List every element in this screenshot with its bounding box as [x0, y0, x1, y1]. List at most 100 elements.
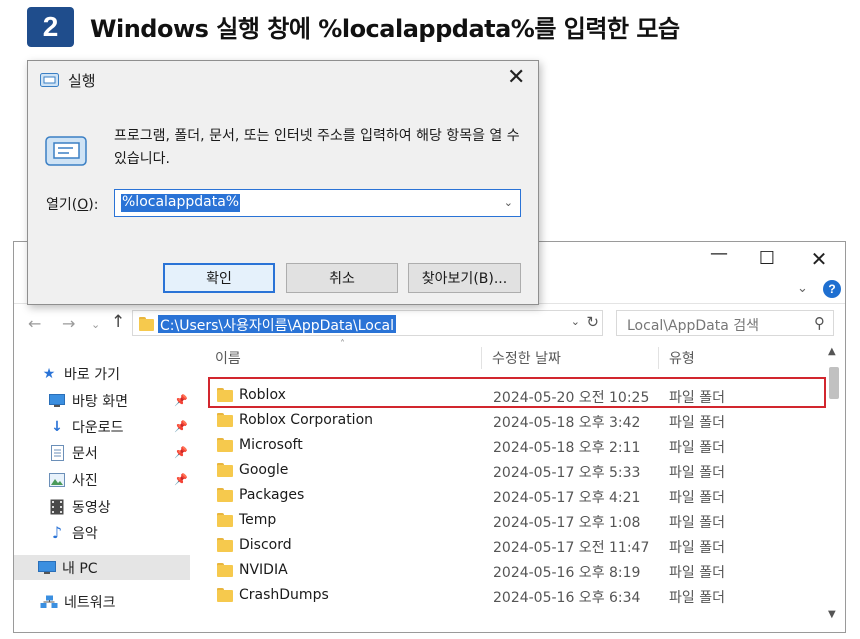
nav-item-label: 바로 가기 [64, 366, 120, 383]
pin-icon[interactable]: 📌 [174, 420, 188, 433]
pin-icon[interactable]: 📌 [174, 394, 188, 407]
table-row[interactable]: NVIDIA 2024-05-16 오후 8:19 파일 폴더 [203, 558, 823, 583]
open-label-suffix: ): [88, 197, 99, 213]
folder-icon [217, 438, 233, 452]
file-type: 파일 폴더 [669, 390, 725, 406]
file-name: Roblox Corporation [239, 412, 374, 428]
nav-item-pictures[interactable]: 사진 📌 [48, 467, 190, 492]
folder-icon [217, 463, 233, 477]
column-header-modified[interactable]: 수정한 날짜 [492, 348, 561, 368]
column-separator[interactable] [658, 347, 659, 369]
download-icon: ↓ [51, 418, 63, 435]
table-row[interactable]: Roblox Corporation 2024-05-18 오후 3:42 파일… [203, 408, 823, 433]
sort-caret-icon: ˄ [340, 339, 345, 350]
nav-item-music[interactable]: ♪ 음악 [48, 520, 190, 545]
search-input[interactable]: Local\AppData 검색 ⚲ [616, 310, 834, 336]
file-modified: 2024-05-17 오후 1:08 [493, 515, 641, 531]
nav-item-this-pc[interactable]: 내 PC [14, 555, 190, 580]
file-type: 파일 폴더 [669, 540, 725, 556]
file-type: 파일 폴더 [669, 590, 725, 606]
folder-icon [217, 488, 233, 502]
chevron-down-icon[interactable]: ⌄ [504, 196, 513, 209]
address-bar[interactable]: C:\Users\사용자이름\AppData\Local ⌄ ↻ [132, 310, 603, 336]
nav-item-label: 네트워크 [64, 594, 116, 611]
nav-item-label: 동영상 [72, 499, 111, 516]
address-path[interactable]: C:\Users\사용자이름\AppData\Local [158, 315, 397, 334]
file-name: Discord [239, 537, 292, 553]
table-row[interactable]: Discord 2024-05-17 오전 11:47 파일 폴더 [203, 533, 823, 558]
column-header-type[interactable]: 유형 [669, 348, 695, 368]
pin-icon[interactable]: 📌 [174, 473, 188, 486]
table-row[interactable]: CrashDumps 2024-05-16 오후 6:34 파일 폴더 [203, 583, 823, 608]
scroll-down-icon[interactable]: ▼ [828, 609, 836, 620]
close-button[interactable]: ✕ [804, 247, 834, 271]
page-title: Windows 실행 창에 %localappdata%를 입력한 모습 [90, 15, 680, 43]
vertical-scrollbar[interactable]: ▲ ▼ [823, 345, 845, 630]
file-modified: 2024-05-17 오후 5:33 [493, 465, 641, 481]
music-icon: ♪ [51, 523, 63, 542]
file-modified: 2024-05-18 오후 3:42 [493, 415, 641, 431]
address-dropdown-chevron-icon[interactable]: ⌄ [571, 315, 580, 328]
folder-icon [217, 588, 233, 602]
nav-item-label: 문서 [72, 445, 98, 462]
file-modified: 2024-05-17 오후 4:21 [493, 490, 641, 506]
nav-item-videos[interactable]: 동영상 [48, 494, 190, 519]
dialog-description: 프로그램, 폴더, 문서, 또는 인터넷 주소를 입력하여 해당 항목을 열 수… [114, 128, 520, 167]
search-icon[interactable]: ⚲ [814, 314, 825, 332]
minimize-button[interactable]: — [704, 243, 734, 264]
star-icon: ★ [42, 365, 56, 382]
nav-item-quick-access[interactable]: ★ 바로 가기 [40, 361, 190, 386]
ribbon-expand-chevron-icon[interactable]: ⌄ [797, 281, 808, 296]
documents-icon [48, 444, 66, 461]
scrollbar-thumb[interactable] [829, 367, 839, 399]
videos-icon [48, 499, 66, 515]
table-row[interactable]: Packages 2024-05-17 오후 4:21 파일 폴더 [203, 483, 823, 508]
nav-item-network[interactable]: 네트워크 [40, 589, 190, 614]
scroll-up-icon[interactable]: ▲ [828, 346, 836, 357]
close-button[interactable]: ✕ [507, 65, 525, 90]
file-name: Temp [239, 512, 277, 528]
folder-icon [217, 413, 233, 427]
refresh-icon[interactable]: ↻ [586, 313, 599, 331]
nav-item-documents[interactable]: 문서 📌 [48, 440, 190, 465]
run-large-icon [45, 133, 89, 169]
open-label-prefix: 열기( [46, 197, 78, 213]
cancel-button[interactable]: 취소 [286, 263, 398, 293]
open-input-value[interactable]: %localappdata% [121, 194, 241, 212]
folder-icon [139, 317, 154, 331]
network-icon [40, 594, 58, 610]
folder-icon [217, 513, 233, 527]
forward-arrow-icon[interactable]: → [62, 314, 75, 333]
file-type: 파일 폴더 [669, 440, 725, 456]
nav-item-downloads[interactable]: ↓ 다운로드 📌 [48, 414, 190, 439]
pin-icon[interactable]: 📌 [174, 446, 188, 459]
back-arrow-icon[interactable]: ← [28, 314, 41, 333]
browse-button[interactable]: 찾아보기(B)... [408, 263, 521, 293]
file-type: 파일 폴더 [669, 465, 725, 481]
file-modified: 2024-05-16 오후 8:19 [493, 565, 641, 581]
table-row[interactable]: Temp 2024-05-17 오후 1:08 파일 폴더 [203, 508, 823, 533]
file-type: 파일 폴더 [669, 415, 725, 431]
file-type: 파일 폴더 [669, 565, 725, 581]
nav-item-label: 다운로드 [72, 419, 124, 436]
column-header-name[interactable]: 이름 [215, 348, 241, 368]
file-modified: 2024-05-18 오후 2:11 [493, 440, 641, 456]
help-icon[interactable]: ? [823, 280, 841, 298]
nav-item-label: 사진 [72, 472, 98, 489]
file-name: Roblox [239, 387, 286, 403]
table-row[interactable]: Google 2024-05-17 오후 5:33 파일 폴더 [203, 458, 823, 483]
nav-item-label: 음악 [72, 525, 98, 542]
up-arrow-icon[interactable]: ↑ [111, 312, 125, 332]
open-input[interactable]: %localappdata% ⌄ [114, 189, 521, 217]
table-row[interactable]: Microsoft 2024-05-18 오후 2:11 파일 폴더 [203, 433, 823, 458]
table-row[interactable]: Roblox 2024-05-20 오전 10:25 파일 폴더 [203, 383, 823, 408]
file-type: 파일 폴더 [669, 490, 725, 506]
nav-item-desktop[interactable]: 바탕 화면 📌 [48, 388, 190, 413]
column-separator[interactable] [481, 347, 482, 369]
ok-button[interactable]: 확인 [163, 263, 275, 293]
maximize-button[interactable]: ☐ [752, 248, 782, 269]
recent-locations-chevron-icon[interactable]: ⌄ [91, 318, 100, 331]
file-list: ˄ 이름 수정한 날짜 유형 Roblox 2024-05-20 오전 10:2… [203, 339, 826, 630]
file-modified: 2024-05-20 오전 10:25 [493, 390, 650, 406]
this-pc-icon [38, 560, 56, 576]
